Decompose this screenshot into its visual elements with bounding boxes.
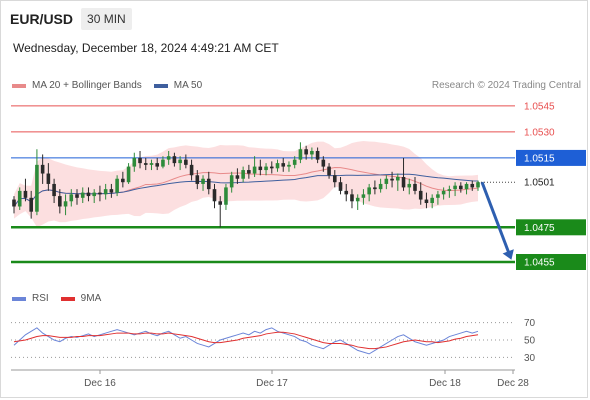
candle-body xyxy=(126,166,131,183)
candle-body xyxy=(298,149,303,160)
candle-body xyxy=(418,190,423,200)
rsi-tick-label: 50 xyxy=(524,336,536,347)
candle-body xyxy=(401,177,406,188)
candle-body xyxy=(235,175,240,179)
candle-body xyxy=(23,190,28,198)
candle-body xyxy=(155,163,160,167)
candle-body xyxy=(310,150,314,155)
candle-body xyxy=(241,170,245,179)
candle-body xyxy=(121,178,125,183)
candle-body xyxy=(407,183,412,188)
candle-body xyxy=(178,159,182,164)
level-label-1-0501: 1.0501 xyxy=(524,178,555,189)
candle-body xyxy=(138,157,142,164)
x-tick-label: Dec 28 xyxy=(497,378,529,389)
candle-body xyxy=(143,163,148,165)
candle-body xyxy=(287,164,291,167)
candle-body xyxy=(46,173,51,184)
candle-body xyxy=(17,190,22,207)
candle-body xyxy=(103,189,108,195)
candle-body xyxy=(35,164,39,212)
candle-body xyxy=(447,189,452,191)
candle-body xyxy=(378,183,383,190)
candle-body xyxy=(172,156,177,164)
x-tick-label: Dec 18 xyxy=(429,378,461,389)
candle-body xyxy=(132,157,137,167)
candle-body xyxy=(201,178,205,184)
candle-body xyxy=(63,201,68,207)
rsi-tick-label: 30 xyxy=(524,353,536,364)
candle-body xyxy=(464,183,469,190)
candle-body xyxy=(161,159,165,167)
level-label-1-0530: 1.0530 xyxy=(524,127,555,138)
candle-body xyxy=(75,194,79,198)
candle-body xyxy=(344,190,349,195)
level-label-1-0455: 1.0455 xyxy=(524,258,555,269)
candle-body xyxy=(367,187,371,195)
candle-body xyxy=(269,166,274,169)
candle-body xyxy=(189,164,194,176)
candle-body xyxy=(109,189,114,193)
candle-body xyxy=(52,183,56,197)
candle-body xyxy=(229,175,234,188)
candle-body xyxy=(275,163,280,169)
candle-body xyxy=(69,194,74,202)
candle-body xyxy=(264,166,268,171)
price-chart-svg: 1.0545 1.0530 1.0515 1.0501 1.0475 1.0455 70 50… xyxy=(11,101,586,389)
candle-body xyxy=(212,189,217,202)
x-tick-label: Dec 16 xyxy=(84,378,116,389)
candle-body xyxy=(315,150,320,160)
candle-body xyxy=(355,197,360,202)
candle-body xyxy=(281,163,286,167)
candle-body xyxy=(166,156,171,160)
candle-body xyxy=(86,192,91,197)
candle-body xyxy=(195,175,200,184)
candle-body xyxy=(29,197,33,212)
candle-body xyxy=(436,194,440,198)
level-label-1-0545: 1.0545 xyxy=(524,101,555,112)
candle-body xyxy=(247,170,251,174)
candle-body xyxy=(12,199,16,207)
candle-body xyxy=(413,183,417,191)
candle-body xyxy=(476,182,480,188)
level-label-1-0515: 1.0515 xyxy=(524,153,555,164)
candle-body xyxy=(92,192,96,197)
candle-body xyxy=(373,187,377,190)
candle-body xyxy=(350,194,354,202)
candle-body xyxy=(206,178,211,190)
candle-body xyxy=(98,192,102,195)
candle-body xyxy=(292,159,297,165)
candle-body xyxy=(332,175,337,183)
candle-body xyxy=(40,164,45,174)
forecast-arrow-line xyxy=(480,181,512,257)
candle-body xyxy=(252,166,257,174)
candle-body xyxy=(424,199,429,204)
candle-body xyxy=(58,196,62,207)
candle-body xyxy=(304,149,308,155)
candle-body xyxy=(390,178,394,181)
candle-body xyxy=(470,183,475,188)
candle-body xyxy=(184,159,188,165)
candle-body xyxy=(361,194,366,198)
candle-body xyxy=(321,159,326,167)
candle-body xyxy=(115,178,119,193)
candle-body xyxy=(338,182,343,191)
candle-body xyxy=(459,185,463,190)
level-label-1-0475: 1.0475 xyxy=(524,223,555,234)
x-tick-label: Dec 17 xyxy=(256,378,288,389)
candle-body xyxy=(384,178,389,184)
candle-body xyxy=(430,197,434,204)
candle-body xyxy=(218,201,223,205)
candle-body xyxy=(396,177,400,181)
candle-body xyxy=(258,166,263,171)
candle-body xyxy=(224,187,228,205)
candle-body xyxy=(453,185,457,190)
candle-body xyxy=(327,166,331,176)
rsi-tick-label: 70 xyxy=(524,318,536,329)
candle-body xyxy=(441,190,446,195)
candle-body xyxy=(80,192,85,198)
candle-body xyxy=(149,163,154,165)
